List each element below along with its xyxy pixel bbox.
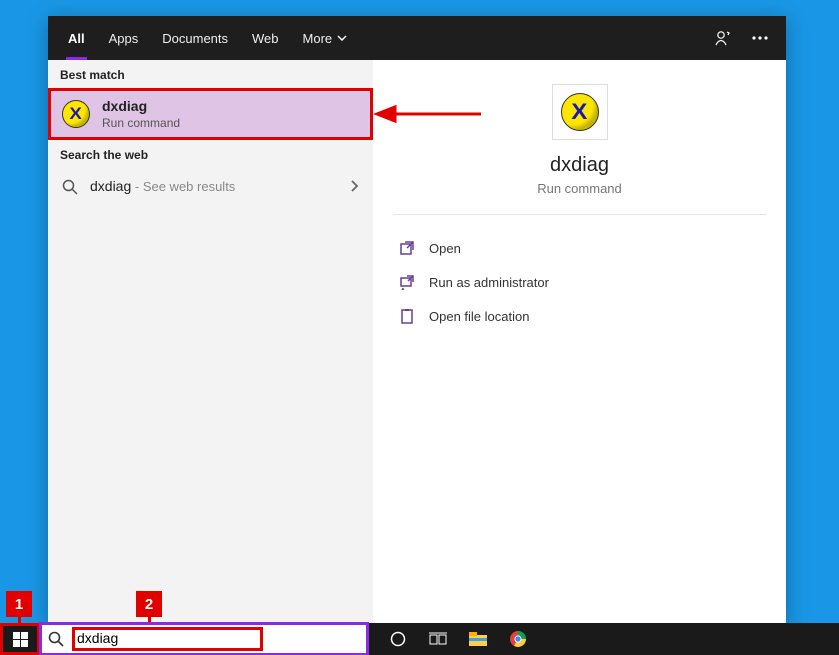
search-icon <box>48 631 64 647</box>
web-result-query: dxdiag <box>90 178 131 194</box>
task-view-icon[interactable] <box>428 629 448 649</box>
best-match-result[interactable]: X dxdiag Run command <box>48 88 373 140</box>
action-open-file-location[interactable]: Open file location <box>393 299 766 333</box>
chevron-right-icon <box>351 179 359 195</box>
action-open-loc-label: Open file location <box>429 309 529 324</box>
chrome-icon[interactable] <box>508 629 528 649</box>
cortana-icon[interactable] <box>388 629 408 649</box>
section-search-web: Search the web <box>48 140 373 168</box>
windows-logo-icon <box>13 632 28 647</box>
tab-web[interactable]: Web <box>240 16 291 60</box>
action-run-admin-label: Run as administrator <box>429 275 549 290</box>
results-list: Best match X dxdiag Run command Search t… <box>48 60 373 624</box>
open-icon <box>399 240 415 256</box>
start-search-panel: All Apps Documents Web More Best match X… <box>48 16 786 624</box>
search-filter-tabs: All Apps Documents Web More <box>48 16 786 60</box>
result-detail-pane: X dxdiag Run command Open Run as adminis… <box>373 60 786 624</box>
taskbar-search-box[interactable] <box>40 623 368 655</box>
tab-documents[interactable]: Documents <box>150 16 240 60</box>
dxdiag-app-icon: X <box>62 100 90 128</box>
tab-more-label: More <box>303 31 333 46</box>
feedback-icon[interactable] <box>704 16 742 60</box>
best-match-title: dxdiag <box>102 98 180 114</box>
detail-title: dxdiag <box>393 154 766 177</box>
tab-all[interactable]: All <box>56 16 97 60</box>
action-run-as-admin[interactable]: Run as administrator <box>393 265 766 299</box>
file-explorer-icon[interactable] <box>468 629 488 649</box>
search-input-highlight <box>72 627 263 651</box>
action-open-label: Open <box>429 241 461 256</box>
section-best-match: Best match <box>48 60 373 88</box>
detail-app-icon: X <box>552 84 608 140</box>
action-open[interactable]: Open <box>393 231 766 265</box>
best-match-subtitle: Run command <box>102 116 180 130</box>
search-input[interactable] <box>77 630 258 646</box>
annotation-badge-1: 1 <box>6 591 32 617</box>
tab-more[interactable]: More <box>291 16 360 60</box>
web-result-suffix: - See web results <box>131 179 235 194</box>
detail-subtitle: Run command <box>393 181 766 196</box>
taskbar <box>0 623 839 655</box>
chevron-down-icon <box>337 35 347 41</box>
search-icon <box>62 179 78 195</box>
tab-apps[interactable]: Apps <box>97 16 151 60</box>
ellipsis-menu-icon[interactable] <box>742 16 778 60</box>
start-button[interactable] <box>0 623 40 655</box>
folder-location-icon <box>399 308 415 324</box>
annotation-badge-2: 2 <box>136 591 162 617</box>
admin-shield-icon <box>399 274 415 290</box>
web-search-result[interactable]: dxdiag - See web results <box>48 168 373 206</box>
